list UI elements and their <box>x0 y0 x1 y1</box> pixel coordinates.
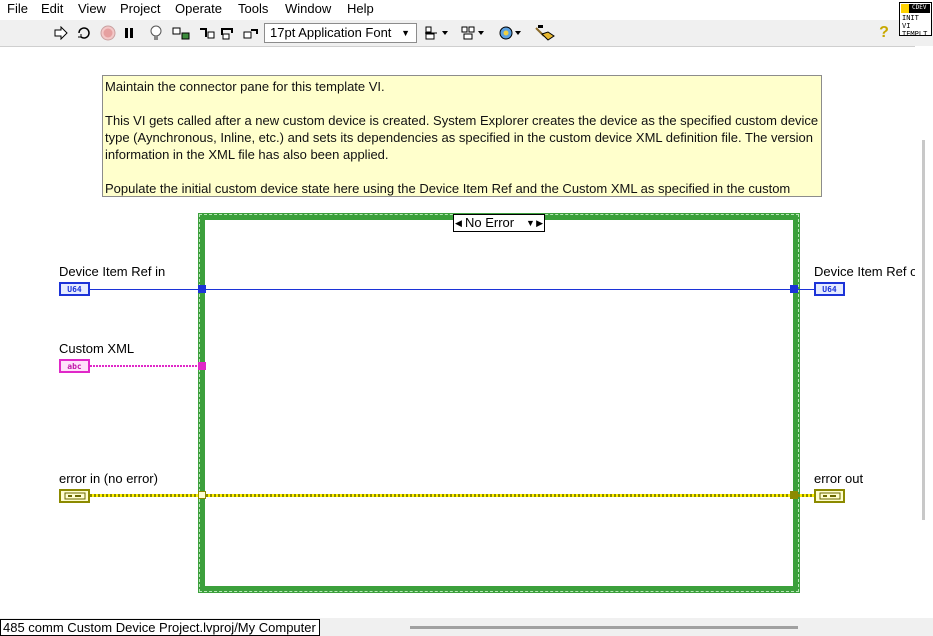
menu-project[interactable]: Project <box>120 1 160 16</box>
device-ref-tunnel-in[interactable] <box>198 285 206 293</box>
increment-arrow-icon[interactable]: ▶ <box>536 215 543 231</box>
chevron-down-icon: ▼ <box>401 28 410 38</box>
case-selector-value: No Error <box>465 215 515 230</box>
device-ref-in-label: Device Item Ref in <box>59 264 166 279</box>
horizontal-scroll-thumb[interactable] <box>410 626 798 629</box>
font-select-value: 17pt Application Font <box>270 25 392 40</box>
error-out-label: error out <box>814 471 864 486</box>
menu-window[interactable]: Window <box>285 1 331 16</box>
menu-help[interactable]: Help <box>347 1 374 16</box>
device-ref-wire-out[interactable] <box>798 289 814 290</box>
project-path: 485 comm Custom Device Project.lvproj/My… <box>0 619 320 636</box>
device-ref-out-label: Device Item Ref o <box>814 264 918 279</box>
error-out-terminal[interactable] <box>814 489 845 503</box>
custom-xml-type: abc <box>67 361 82 371</box>
error-in-label: error in (no error) <box>59 471 158 486</box>
comment-box[interactable]: Maintain the connector pane for this tem… <box>102 75 822 197</box>
chevron-down-icon[interactable]: ▼ <box>526 215 535 231</box>
error-wire-inner[interactable] <box>206 494 792 497</box>
error-wire-out[interactable] <box>798 494 814 497</box>
decrement-arrow-icon[interactable]: ◀ <box>455 215 462 231</box>
error-wire-in[interactable] <box>90 494 200 497</box>
device-ref-in-terminal[interactable]: U64 <box>59 282 90 296</box>
custom-xml-wire[interactable] <box>90 365 200 367</box>
menu-file[interactable]: File <box>7 1 28 16</box>
vi-icon[interactable]: CDEV INIT VI TEMPLT <box>899 2 932 38</box>
error-cluster-icon <box>64 492 85 500</box>
custom-xml-tunnel[interactable] <box>198 362 206 370</box>
device-ref-out-type: U64 <box>822 284 837 294</box>
abort-icon[interactable] <box>99 23 117 43</box>
custom-xml-terminal[interactable]: abc <box>59 359 90 373</box>
device-ref-wire-inner[interactable] <box>206 289 792 290</box>
step-into-icon[interactable] <box>198 23 216 43</box>
vi-icon-banner: CDEV <box>901 4 930 13</box>
run-arrow-icon[interactable] <box>53 23 69 43</box>
step-out-icon[interactable] <box>242 23 260 43</box>
run-continuously-icon[interactable] <box>75 23 93 43</box>
menu-edit[interactable]: Edit <box>41 1 63 16</box>
case-structure[interactable] <box>198 213 800 593</box>
vi-icon-line1: CDEV <box>912 4 927 11</box>
distribute-objects-icon[interactable] <box>461 23 487 43</box>
device-ref-wire-in[interactable] <box>90 289 200 290</box>
device-ref-tunnel-out[interactable] <box>790 285 798 293</box>
menu-tools[interactable]: Tools <box>238 1 268 16</box>
vi-icon-line3: TEMPLT <box>902 30 928 38</box>
toolbar: 17pt Application Font ▼ ? <box>0 20 933 47</box>
error-tunnel-in[interactable] <box>198 491 206 499</box>
reorder-icon[interactable] <box>498 23 524 43</box>
context-help-icon[interactable]: ? <box>876 23 892 43</box>
vertical-scroll-thumb[interactable] <box>922 140 925 520</box>
device-ref-in-type: U64 <box>67 284 82 294</box>
menu-bar: File Edit View Project Operate Tools Win… <box>0 0 933 20</box>
error-tunnel-out[interactable] <box>790 491 798 499</box>
menu-operate[interactable]: Operate <box>175 1 222 16</box>
font-select[interactable]: 17pt Application Font ▼ <box>264 23 417 43</box>
highlight-execution-icon[interactable] <box>147 23 165 43</box>
step-over-icon[interactable] <box>220 23 238 43</box>
comment-paragraph-1: Maintain the connector pane for this tem… <box>105 79 385 94</box>
case-selector[interactable]: ◀ No Error ▼ ▶ <box>453 214 545 232</box>
pause-icon[interactable] <box>121 23 137 43</box>
retain-wire-values-icon[interactable] <box>172 23 190 43</box>
comment-paragraph-3: Populate the initial custom device state… <box>105 181 791 196</box>
clean-up-diagram-icon[interactable] <box>534 23 556 43</box>
custom-xml-label: Custom XML <box>59 341 135 356</box>
vi-icon-line2: INIT VI <box>902 14 919 30</box>
device-ref-out-terminal[interactable]: U64 <box>814 282 845 296</box>
vi-icon-text: INIT VI TEMPLT <box>902 14 931 38</box>
comment-paragraph-2: This VI gets called after a new custom d… <box>105 113 819 162</box>
error-cluster-icon <box>819 492 840 500</box>
menu-view[interactable]: View <box>78 1 106 16</box>
error-in-terminal[interactable] <box>59 489 90 503</box>
align-objects-icon[interactable] <box>425 23 451 43</box>
